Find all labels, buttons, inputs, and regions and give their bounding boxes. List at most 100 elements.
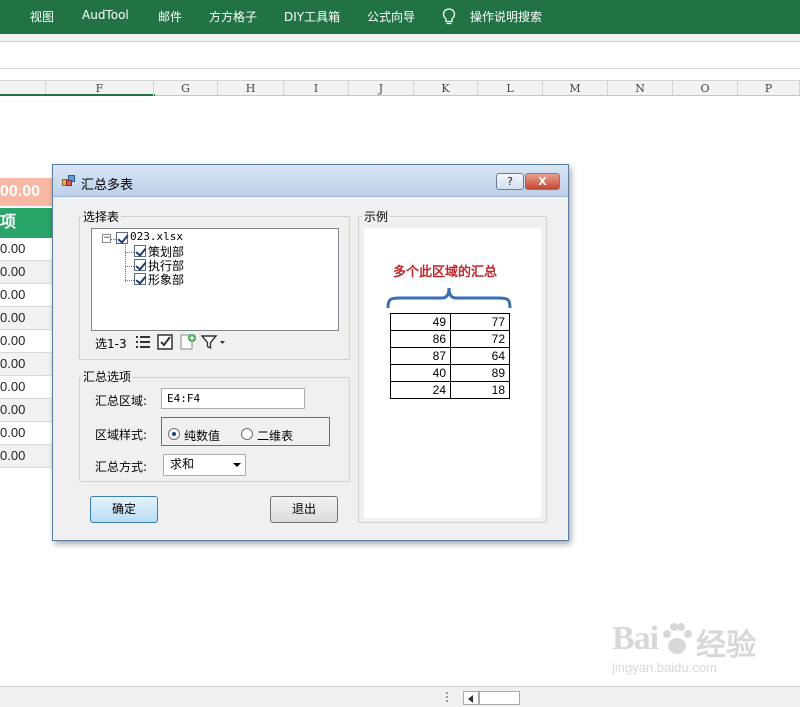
brace-icon [386, 287, 512, 309]
tab-fangfang[interactable]: 方方格子 [209, 8, 257, 25]
sheet-cell[interactable]: 0.00 [0, 330, 54, 353]
app-icon [62, 175, 75, 186]
tree-item-file[interactable]: 023.xlsx [130, 230, 183, 243]
select-sheets-group-label: 选择表 [81, 208, 122, 225]
table-row: 49 77 [390, 313, 510, 331]
ok-button[interactable]: 确定 [90, 496, 158, 523]
tree-connector [125, 245, 126, 282]
method-selected-value: 求和 [170, 457, 195, 471]
horizontal-scrollbar-thumb[interactable] [479, 691, 520, 705]
checkbox-sheet-execution[interactable] [134, 259, 146, 271]
tab-diy-toolbox[interactable]: DIY工具箱 [284, 8, 340, 25]
column-header-j[interactable]: J [349, 81, 414, 96]
sheet-cell[interactable]: 0.00 [0, 238, 54, 261]
table-cell: 64 [450, 347, 510, 365]
table-cell: 24 [390, 381, 451, 399]
watermark-brand: Bai [612, 620, 659, 657]
sheet-cell[interactable]: 0.00 [0, 422, 54, 445]
watermark-brand-cn: 经验 [696, 629, 757, 662]
checkbox-file[interactable] [116, 232, 128, 244]
column-header-o[interactable]: O [673, 81, 738, 96]
sheet-cell[interactable]: 0.00 [0, 261, 54, 284]
filter-icon[interactable] [201, 334, 227, 350]
watermark-url: jingyan.baidu.com [612, 660, 717, 675]
tree-connector [125, 266, 134, 267]
tree-connector [125, 280, 134, 281]
table-row: 24 18 [390, 381, 510, 399]
summary-dialog: 汇总多表 ? X 选择表 − 023.xlsx 策划部 执行部 形象部 选1-3 [52, 164, 569, 541]
column-header-g[interactable]: G [154, 81, 218, 96]
checkbox-sheet-image[interactable] [134, 273, 146, 285]
sheet-cell[interactable]: 0.00 [0, 284, 54, 307]
column-header-i[interactable]: I [284, 81, 349, 96]
tab-formula-wizard[interactable]: 公式向导 [367, 8, 415, 25]
method-label: 汇总方式: [95, 460, 148, 474]
sheet-tree[interactable]: − 023.xlsx 策划部 执行部 形象部 [91, 228, 339, 331]
status-bar [0, 686, 800, 707]
select-all-icon[interactable] [157, 334, 173, 350]
column-header-p[interactable]: P [738, 81, 800, 96]
example-panel: 多个此区域的汇总 49 77 86 72 87 64 40 89 24 18 [364, 228, 541, 518]
table-row: 86 72 [390, 330, 510, 348]
example-table: 49 77 86 72 87 64 40 89 24 18 [390, 313, 510, 399]
column-header-l[interactable]: L [478, 81, 543, 96]
table-cell: 86 [390, 330, 451, 348]
ribbon-tab-bar: 视图 AudTool 邮件 方方格子 DIY工具箱 公式向导 操作说明搜索 [0, 0, 800, 34]
sheet-total-cell[interactable]: 00.00 [0, 178, 54, 206]
sheet-cell[interactable]: 0.00 [0, 376, 54, 399]
table-cell: 89 [450, 364, 510, 382]
radio-plain-values-label[interactable]: 纯数值 [184, 427, 220, 444]
column-header-row: F G H I J K L M N O P [0, 80, 800, 96]
close-icon: X [538, 175, 547, 188]
options-group-label: 汇总选项 [81, 368, 134, 385]
table-cell: 87 [390, 347, 451, 365]
table-cell: 72 [450, 330, 510, 348]
add-sheet-icon[interactable] [179, 334, 197, 350]
table-cell: 40 [390, 364, 451, 382]
scroll-left-button[interactable] [463, 691, 479, 705]
table-row: 87 64 [390, 347, 510, 365]
sheet-header-cell[interactable]: 项 [0, 208, 54, 238]
table-cell: 49 [390, 313, 451, 331]
formula-bar[interactable] [0, 42, 800, 69]
table-cell: 18 [450, 381, 510, 399]
chevron-down-icon [233, 463, 241, 467]
table-cell: 77 [450, 313, 510, 331]
radio-2d-table-label[interactable]: 二维表 [257, 427, 293, 444]
tell-me-search[interactable]: 操作说明搜索 [470, 8, 542, 25]
sheet-cell[interactable]: 0.00 [0, 445, 54, 468]
column-header-k[interactable]: K [414, 81, 478, 96]
tree-item-sheet[interactable]: 形象部 [148, 271, 184, 288]
method-dropdown[interactable]: 求和 [163, 454, 246, 476]
tab-view[interactable]: 视图 [30, 8, 54, 25]
style-label: 区域样式: [95, 428, 148, 442]
selection-count-label: 选1-3 [95, 337, 127, 351]
lightbulb-icon [442, 8, 456, 25]
radio-2d-table[interactable] [241, 428, 253, 440]
checkbox-sheet-planning[interactable] [134, 245, 146, 257]
dialog-titlebar[interactable]: 汇总多表 ? X [53, 165, 568, 197]
close-button[interactable]: X [525, 173, 560, 190]
range-input[interactable]: E4:F4 [161, 388, 305, 409]
example-heading: 多个此区域的汇总 [393, 265, 498, 280]
column-header-n[interactable]: N [608, 81, 673, 96]
sheet-cell[interactable]: 0.00 [0, 307, 54, 330]
exit-button[interactable]: 退出 [270, 496, 338, 523]
column-header-f[interactable]: F [46, 81, 154, 96]
help-button[interactable]: ? [496, 173, 524, 190]
sheet-cell[interactable]: 0.00 [0, 353, 54, 376]
column-header-m[interactable]: M [543, 81, 608, 96]
sheet-cell[interactable]: 0.00 [0, 399, 54, 422]
list-icon[interactable] [135, 334, 151, 350]
tree-connector [125, 252, 134, 253]
column-header-h[interactable]: H [218, 81, 284, 96]
table-row: 40 89 [390, 364, 510, 382]
tab-mail[interactable]: 邮件 [158, 8, 182, 25]
tree-collapse-icon[interactable]: − [102, 234, 111, 243]
chevron-left-icon [468, 695, 473, 703]
ribbon-collapsed-area [0, 34, 800, 42]
splitter-handle[interactable] [446, 692, 448, 702]
radio-plain-values[interactable] [168, 428, 180, 440]
baidu-watermark: Bai 经验 jingyan.baidu.com [612, 620, 756, 675]
tab-audtool[interactable]: AudTool [82, 8, 129, 22]
